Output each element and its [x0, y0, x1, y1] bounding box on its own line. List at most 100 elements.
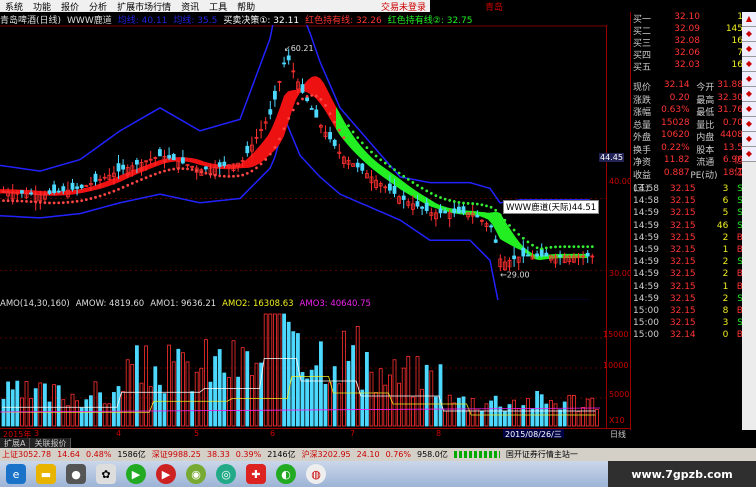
signal-dot [526, 240, 530, 244]
side-btn-9[interactable]: ◆ [742, 132, 756, 147]
menu-system[interactable]: 系统 [0, 0, 28, 13]
side-btn-7[interactable]: ◆ [742, 102, 756, 117]
volume-bar [112, 392, 116, 427]
tab-extend-a[interactable]: 扩展A [0, 438, 31, 448]
stat-label2: 量比 [696, 120, 715, 131]
vol-axis-x10: X10 [609, 416, 625, 425]
menu-function[interactable]: 功能 [28, 0, 56, 13]
signal-dot [590, 245, 594, 249]
signal-dot [11, 199, 15, 203]
volume-bar [249, 375, 254, 427]
menu-tools[interactable]: 工具 [204, 0, 232, 13]
side-btn-2[interactable]: ◆ [742, 27, 756, 42]
chat-icon[interactable]: ◐ [276, 464, 296, 484]
sz-amount: 2146亿 [267, 450, 296, 459]
candle-body [282, 62, 287, 65]
tick-row: 14:59 32.15 1 B [633, 282, 743, 294]
candle-body [56, 190, 61, 193]
volume-bar [70, 393, 75, 427]
volume-bar [134, 345, 139, 427]
candle-body [585, 252, 590, 257]
signal-dot [282, 127, 286, 131]
side-btn-1[interactable]: ▲ [742, 12, 756, 27]
stat-row: 总量 15028 量比 0.70 [633, 118, 743, 131]
sh-percent: 0.48% [86, 450, 112, 459]
ie-icon[interactable]: e [6, 464, 26, 484]
signal-dot [195, 169, 199, 172]
volume-bar [475, 408, 480, 427]
app-icon[interactable]: ◉ [186, 464, 206, 484]
sh-index[interactable]: 上证3052.78 [2, 449, 51, 460]
signal-dot [29, 200, 33, 204]
volume-bar [512, 399, 516, 427]
signal-dot [71, 200, 74, 204]
side-btn-10[interactable]: ◆ [742, 147, 756, 162]
tick-time: 14:58 [633, 196, 659, 207]
stat-label: 换手 [633, 145, 652, 156]
folder-icon[interactable]: ▬ [36, 464, 56, 484]
tick-row: 14:58 32.15 6 S [633, 196, 743, 208]
browser-icon[interactable]: ◎ [216, 464, 236, 484]
volume-bar [130, 364, 135, 427]
indicator-name: WWW鹿道 [67, 15, 112, 26]
film-icon[interactable]: ✿ [96, 464, 116, 484]
signal-dot [572, 245, 576, 249]
stock-name-link[interactable]: 青岛 [485, 0, 503, 13]
signal-dot [6, 199, 10, 203]
side-btn-3[interactable]: ◆ [742, 42, 756, 57]
sz-index[interactable]: 深证9988.25 [152, 449, 201, 460]
volume-bar [121, 391, 125, 427]
security-icon[interactable]: ◍ [306, 464, 326, 484]
stat-row: 净资 11.82 流通 6.96亿 [633, 155, 743, 178]
trade-login-link[interactable]: 交易未登录 [381, 0, 426, 13]
tick-volume: 2 [722, 232, 729, 243]
volume-bar [443, 410, 448, 427]
volume-bar [157, 384, 162, 427]
candle-body [415, 201, 420, 207]
tick-row: 14:59 32.15 2 B [633, 233, 743, 245]
bid-price: 32.03 [674, 60, 700, 70]
bid-price: 32.09 [674, 24, 700, 34]
candle-body [121, 164, 125, 170]
price-chart-panel[interactable]: ↙60.21 ←29.00 WWW鹿道(天际)44.51 [0, 0, 606, 312]
candle-body [305, 97, 310, 102]
volume-bar [447, 394, 452, 427]
side-btn-8[interactable]: ◆ [742, 117, 756, 132]
hs-index[interactable]: 沪深3202.95 [302, 449, 351, 460]
volume-chart[interactable] [0, 310, 606, 428]
signal-dot [140, 178, 143, 181]
menu-news[interactable]: 资讯 [176, 0, 204, 13]
amo2-value: AMO2: 16308.63 [222, 299, 294, 309]
media-icon[interactable]: ● [66, 464, 86, 484]
candle-body [387, 183, 392, 191]
volume-bar [79, 407, 84, 427]
trade-decision-value: 买卖决策①: 32.11 [223, 15, 300, 26]
stock-app-icon[interactable]: ✚ [246, 464, 266, 484]
bottom-tabs: 扩展A 关联报价 [0, 438, 630, 448]
menu-ext-market[interactable]: 扩展市场行情 [112, 0, 176, 13]
tab-related-quote[interactable]: 关联报价 [30, 438, 72, 448]
signal-dot [388, 164, 392, 168]
signal-dot [439, 196, 442, 199]
signal-dot [328, 112, 332, 116]
volume-bar [378, 368, 383, 427]
player-icon[interactable]: ▶ [126, 464, 146, 484]
bid-label: 买二 [633, 27, 652, 37]
signal-dot [158, 171, 162, 174]
menu-analysis[interactable]: 分析 [84, 0, 112, 13]
menu-help[interactable]: 帮助 [232, 0, 260, 13]
signal-dot [567, 245, 571, 249]
video-icon[interactable]: ▶ [156, 464, 176, 484]
signal-dot [167, 168, 171, 172]
menu-quote[interactable]: 报价 [56, 0, 84, 13]
candle-body [558, 255, 562, 257]
volume-bar [98, 392, 102, 427]
price-chart[interactable]: ↙60.21 ←29.00 [0, 0, 606, 312]
side-btn-5[interactable]: ◆ [742, 72, 756, 87]
signal-dot [43, 201, 47, 205]
bid-volume: 7 [737, 48, 743, 58]
volume-chart-panel[interactable] [0, 310, 606, 428]
side-btn-4[interactable]: ◆ [742, 57, 756, 72]
candle-body [456, 206, 461, 214]
side-btn-6[interactable]: ◆ [742, 87, 756, 102]
